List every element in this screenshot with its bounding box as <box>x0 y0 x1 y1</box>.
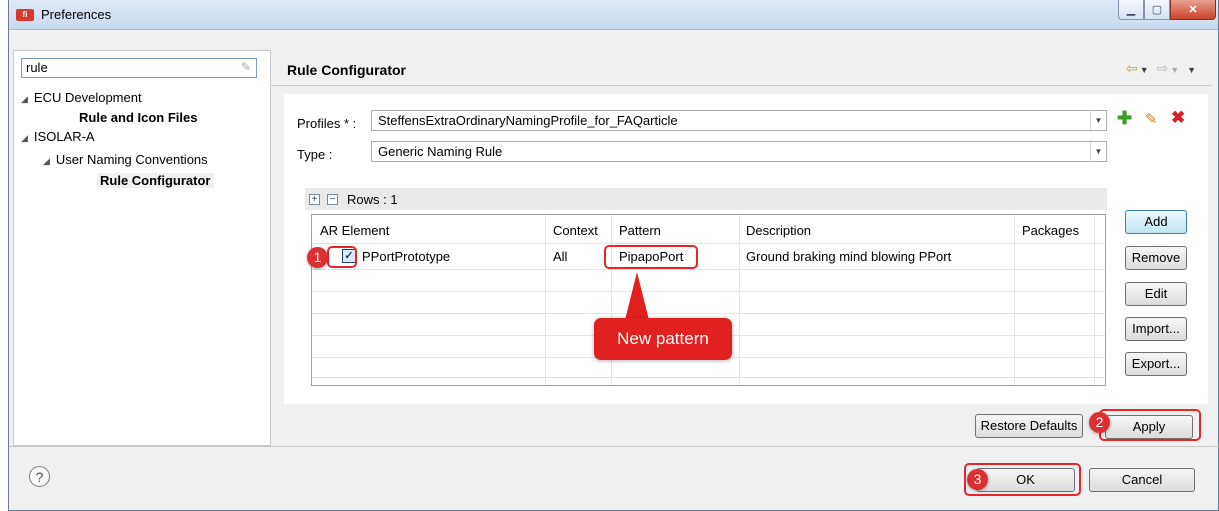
header-divider <box>271 85 1212 86</box>
rules-table: AR Element Context Pattern Description P… <box>311 214 1106 386</box>
rows-toolbar: + − Rows : 1 <box>305 188 1107 210</box>
cell-context[interactable]: All <box>553 249 567 264</box>
help-icon[interactable]: ? <box>29 466 50 487</box>
column-header-ar-element[interactable]: AR Element <box>320 223 389 238</box>
chevron-down-icon[interactable]: ▼ <box>1090 142 1106 161</box>
column-header-packages[interactable]: Packages <box>1022 223 1079 238</box>
edit-rule-button[interactable]: Edit <box>1125 282 1187 306</box>
step3-badge: 3 <box>967 469 988 490</box>
restore-defaults-button[interactable]: Restore Defaults <box>975 414 1083 438</box>
tree-item-rule-and-icon-files[interactable]: Rule and Icon Files <box>79 110 197 125</box>
profiles-combo[interactable]: SteffensExtraOrdinaryNamingProfile_for_F… <box>371 110 1107 131</box>
column-divider <box>1094 215 1095 385</box>
cancel-button[interactable]: Cancel <box>1089 468 1195 492</box>
delete-profile-icon[interactable]: ✖ <box>1171 108 1185 128</box>
tree-item-ecu-development[interactable]: ◢ ECU Development <box>21 90 142 105</box>
new-pattern-callout: New pattern <box>594 318 732 360</box>
cell-ar-element[interactable]: PPortPrototype <box>362 249 450 264</box>
step1-highlight <box>327 246 357 268</box>
add-rule-button[interactable]: Add <box>1125 210 1187 234</box>
chevron-down-icon[interactable]: ▼ <box>1090 111 1106 130</box>
step2-badge: 2 <box>1089 412 1110 433</box>
step1-badge: 1 <box>307 247 328 268</box>
tree-item-user-naming-conventions[interactable]: ◢ User Naming Conventions <box>43 152 208 167</box>
expanded-triangle-icon[interactable]: ◢ <box>43 156 50 167</box>
clear-filter-icon[interactable]: ✎ <box>241 60 251 74</box>
view-menu-icon[interactable]: ▼ <box>1187 65 1198 75</box>
window-controls: ▁ ▢ ✕ <box>1118 0 1216 21</box>
footer-divider <box>9 446 1219 447</box>
type-combo[interactable]: Generic Naming Rule ▼ <box>371 141 1107 162</box>
back-arrow-icon[interactable]: ⇦ <box>1126 60 1140 76</box>
import-rules-button[interactable]: Import... <box>1125 317 1187 341</box>
tree-item-rule-configurator[interactable]: Rule Configurator <box>97 173 214 188</box>
profiles-label: Profiles * : <box>297 116 357 131</box>
column-divider <box>545 215 546 385</box>
row-divider <box>312 377 1105 378</box>
title-bar: fi Preferences ▁ ▢ ✕ <box>9 0 1218 30</box>
export-rules-button[interactable]: Export... <box>1125 352 1187 376</box>
cell-description[interactable]: Ground braking mind blowing PPort <box>746 249 951 264</box>
row-divider <box>312 313 1105 314</box>
row-divider <box>312 243 1105 244</box>
maximize-button[interactable]: ▢ <box>1144 0 1170 20</box>
row-divider <box>312 269 1105 270</box>
apply-highlight <box>1099 409 1201 441</box>
remove-rule-button[interactable]: Remove <box>1125 246 1187 270</box>
minimize-button[interactable]: ▁ <box>1118 0 1144 20</box>
back-dropdown-icon[interactable]: ▼ <box>1140 65 1151 75</box>
collapse-all-icon[interactable]: − <box>327 194 338 205</box>
forward-dropdown-icon[interactable]: ▼ <box>1170 65 1181 75</box>
type-label: Type : <box>297 147 333 162</box>
forward-arrow-icon[interactable]: ⇨ <box>1157 60 1171 76</box>
page-title: Rule Configurator <box>287 62 406 78</box>
callout-pointer <box>625 272 649 320</box>
window-title: Preferences <box>41 7 112 22</box>
rows-count: Rows : 1 <box>347 192 398 207</box>
edit-profile-icon[interactable]: ✎ <box>1145 110 1158 128</box>
profiles-combo-value: SteffensExtraOrdinaryNamingProfile_for_F… <box>378 113 678 128</box>
close-window-button[interactable]: ✕ <box>1170 0 1216 20</box>
app-icon: fi <box>16 9 34 21</box>
filter-input-value: rule <box>26 60 48 75</box>
column-divider <box>739 215 740 385</box>
row-divider <box>312 291 1105 292</box>
pattern-highlight <box>604 245 698 269</box>
type-combo-value: Generic Naming Rule <box>378 144 503 159</box>
preferences-window: fi Preferences ▁ ▢ ✕ rule ✎ ◢ ECU Develop… <box>8 0 1219 511</box>
expanded-triangle-icon[interactable]: ◢ <box>21 133 28 144</box>
expanded-triangle-icon[interactable]: ◢ <box>21 94 28 105</box>
tree-item-isolar-a[interactable]: ◢ ISOLAR-A <box>21 129 95 144</box>
add-profile-icon[interactable]: ✚ <box>1117 108 1132 129</box>
filter-input[interactable]: rule ✎ <box>21 58 257 78</box>
column-divider <box>1014 215 1015 385</box>
column-header-pattern[interactable]: Pattern <box>619 223 661 238</box>
column-header-context[interactable]: Context <box>553 223 598 238</box>
expand-all-icon[interactable]: + <box>309 194 320 205</box>
history-nav: ⇦▼ ⇨▼ ▼ <box>1126 60 1198 77</box>
column-header-description[interactable]: Description <box>746 223 811 238</box>
